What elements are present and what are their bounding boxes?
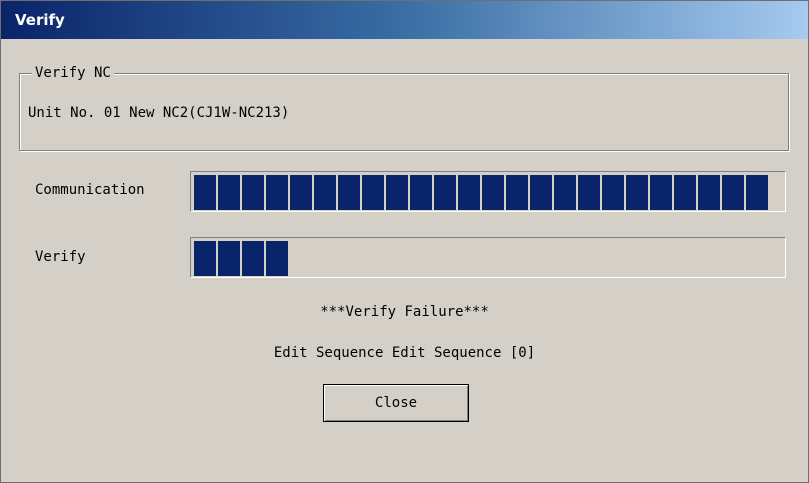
status-message: ***Verify Failure*** (320, 304, 489, 320)
communication-progress-block (290, 175, 312, 210)
window-title: Verify (15, 11, 65, 29)
communication-progress-block (626, 175, 648, 210)
communication-progress-block (458, 175, 480, 210)
communication-progress-block (362, 175, 384, 210)
communication-label: Communication (35, 182, 145, 198)
communication-progress-block (242, 175, 264, 210)
communication-progress-block (218, 175, 240, 210)
verify-dialog: Verify Verify NC Unit No. 01 New NC2(CJ1… (0, 0, 809, 483)
communication-progress-block (338, 175, 360, 210)
communication-progress-block (506, 175, 528, 210)
verify-progress-block (218, 241, 240, 276)
communication-progress-block (410, 175, 432, 210)
communication-progress-block (722, 175, 744, 210)
verify-progress-bar (190, 237, 786, 278)
communication-progress-block (482, 175, 504, 210)
verify-progress-fill (194, 241, 288, 276)
verify-nc-group: Verify NC Unit No. 01 New NC2(CJ1W-NC213… (19, 65, 789, 151)
communication-progress-block (554, 175, 576, 210)
communication-progress-block (746, 175, 768, 210)
verify-label: Verify (35, 249, 86, 265)
communication-progress-block (602, 175, 624, 210)
communication-progress-block (314, 175, 336, 210)
group-legend: Verify NC (32, 65, 114, 81)
communication-progress-fill (194, 175, 768, 210)
title-bar[interactable]: Verify (1, 1, 808, 39)
communication-progress-block (530, 175, 552, 210)
communication-progress-block (698, 175, 720, 210)
communication-progress-block (194, 175, 216, 210)
verify-progress-block (194, 241, 216, 276)
verify-progress-block (266, 241, 288, 276)
detail-message: Edit Sequence Edit Sequence [0] (273, 345, 536, 361)
communication-progress-block (578, 175, 600, 210)
communication-progress-block (386, 175, 408, 210)
dialog-body: Verify NC Unit No. 01 New NC2(CJ1W-NC213… (1, 39, 808, 482)
close-button[interactable]: Close (323, 384, 469, 422)
communication-progress-block (674, 175, 696, 210)
communication-progress-block (266, 175, 288, 210)
communication-progress-bar (190, 171, 786, 212)
unit-info: Unit No. 01 New NC2(CJ1W-NC213) (28, 105, 290, 121)
communication-progress-block (434, 175, 456, 210)
communication-progress-block (650, 175, 672, 210)
verify-progress-block (242, 241, 264, 276)
